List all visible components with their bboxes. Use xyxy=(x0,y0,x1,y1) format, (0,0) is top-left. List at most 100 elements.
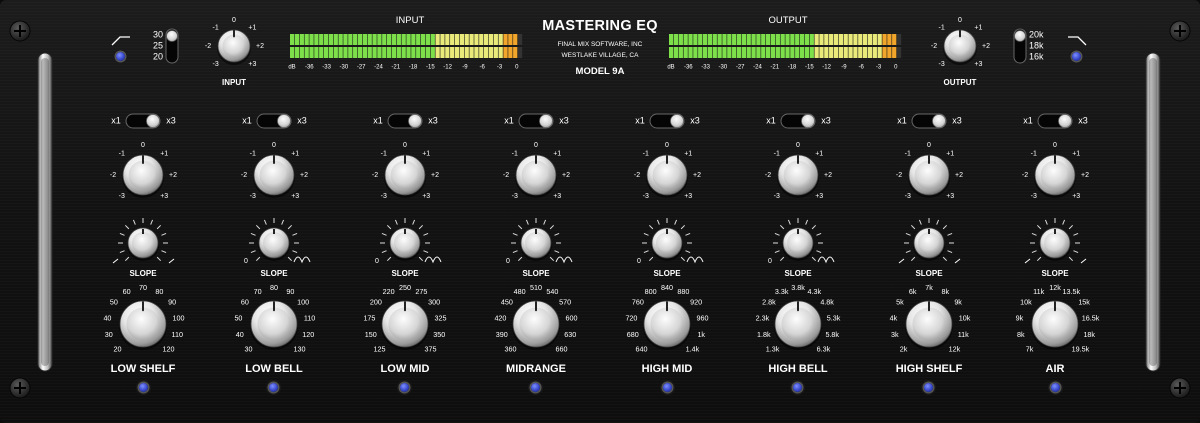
range-switch-air[interactable]: x1 x3 xyxy=(1023,113,1088,129)
gain-knob-air[interactable]: -3 -2 -1 0 +1 +2 +3 xyxy=(1022,142,1089,200)
knob-scale-label: 325 xyxy=(435,313,447,322)
output-gain-knob[interactable]: -3 -2 -1 0 +1 +2 +3 xyxy=(931,17,990,68)
knob-cap xyxy=(519,307,553,341)
knob-scale-label: 630 xyxy=(564,330,576,339)
gain-knob-low-shelf[interactable]: -3 -2 -1 0 +1 +2 +3 xyxy=(110,142,177,200)
slope-tick xyxy=(124,256,130,262)
knob-scale-label: -3 xyxy=(905,193,911,200)
band-enable-button-low-mid[interactable] xyxy=(400,383,409,392)
band-enable-button-midrange[interactable] xyxy=(531,383,540,392)
high-pass-enable-button[interactable] xyxy=(116,52,125,61)
frequency-knob-high-bell[interactable]: 1.3k 1.8k 2.3k 2.8k 3.3k 3.8k 4.3k 4.8k 5.3k 5.8k… xyxy=(756,283,841,353)
range-switch-high-mid[interactable]: x1 x3 xyxy=(635,113,700,129)
filter-switch-label: 20k xyxy=(1029,29,1044,39)
knob-scale-label: 120 xyxy=(302,330,314,339)
slope-knob-low-shelf[interactable]: SLOPE xyxy=(112,218,175,278)
meter-scale-label: -12 xyxy=(822,65,831,71)
meter-segment xyxy=(367,47,372,58)
knob-scale-label: 30 xyxy=(245,344,253,353)
meter-segment xyxy=(450,47,455,58)
gain-knob-high-shelf[interactable]: -3 -2 -1 0 +1 +2 +3 xyxy=(896,142,963,200)
range-switch-low-mid[interactable]: x1 x3 xyxy=(373,113,438,129)
frequency-knob-high-mid[interactable]: 640 680 720 760800 840 880920 960 1k 1.4k xyxy=(625,283,708,353)
meter-segment xyxy=(479,47,484,58)
meter-segment xyxy=(790,47,795,58)
high-pass-frequency-switch[interactable]: 302520 xyxy=(153,28,179,64)
range-switch-low-label: x1 xyxy=(1023,115,1033,125)
filter-switch-label: 18k xyxy=(1029,40,1044,50)
slope-tick xyxy=(549,224,555,230)
knob-scale-label: 15k xyxy=(1078,298,1090,307)
frequency-knob-midrange[interactable]: 360 390 420 450480 510 540570 600 630 660 xyxy=(494,283,577,353)
slope-tick xyxy=(905,232,911,236)
slope-knob-high-bell[interactable]: 0 SLOPE xyxy=(768,218,835,278)
maker-name: FINAL MIX SOFTWARE, INC xyxy=(557,41,643,48)
slope-tick xyxy=(1036,224,1042,230)
slope-knob-low-mid[interactable]: 0 SLOPE xyxy=(375,218,442,278)
knob-scale-label: -2 xyxy=(765,172,771,179)
gain-knob-midrange[interactable]: -3 -2 -1 0 +1 +2 +3 xyxy=(503,142,570,200)
input-gain-knob[interactable]: -3 -2 -1 0 +1 +2 +3 xyxy=(205,17,264,68)
knob-scale-label: +1 xyxy=(248,24,256,31)
knob-scale-label: +1 xyxy=(815,151,823,158)
meter-segment xyxy=(799,34,805,45)
gain-knob-low-bell[interactable]: -3 -2 -1 0 +1 +2 +3 xyxy=(241,142,308,200)
slope-knob-high-mid[interactable]: 0 SLOPE xyxy=(637,218,704,278)
filter-switch-label: 20 xyxy=(153,51,163,61)
knob-scale-label: 1.8k xyxy=(757,330,771,339)
band-enable-button-high-mid[interactable] xyxy=(663,383,672,392)
knob-scale-label: 9k xyxy=(1016,313,1024,322)
frequency-knob-low-mid[interactable]: 125 150 175 200220 250 275300 325 350 375 xyxy=(363,283,446,353)
slope-knob-high-shelf[interactable]: SLOPE xyxy=(898,218,961,278)
slope-knob-low-bell[interactable]: 0 SLOPE xyxy=(244,218,311,278)
input-level-meter: dB -36 -33 -30 -27 -24 -21 -18 -15 -12 -9 -6 -3 0 xyxy=(288,34,523,71)
frequency-knob-low-shelf[interactable]: 2030 40 50 60 70 80 90 100 110 120 xyxy=(103,283,184,353)
slope-tick xyxy=(394,219,398,225)
knob-scale-label: 360 xyxy=(505,344,517,353)
low-pass-frequency-switch[interactable]: 20k18k16k xyxy=(1013,28,1044,64)
band-enable-button-air[interactable] xyxy=(1051,383,1060,392)
frequency-knob-air[interactable]: 7k8k 9k 10k11k 12k 13.5k 15k 16.5k 18k 19.5k xyxy=(1016,283,1100,353)
range-switch-midrange[interactable]: x1 x3 xyxy=(504,113,569,129)
slope-knob-air[interactable]: SLOPE xyxy=(1024,218,1087,278)
knob-scale-label: 1k xyxy=(697,330,705,339)
knob-scale-label: -1 xyxy=(774,151,780,158)
gain-knob-low-mid[interactable]: -3 -2 -1 0 +1 +2 +3 xyxy=(372,142,439,200)
knob-scale-label: 760 xyxy=(632,298,644,307)
knob-scale-label: 840 xyxy=(661,283,673,292)
gain-knob-high-bell[interactable]: -3 -2 -1 0 +1 +2 +3 xyxy=(765,142,832,200)
range-switch-low-shelf[interactable]: x1 x3 xyxy=(111,113,176,129)
knob-cap xyxy=(222,34,246,58)
meter-segment xyxy=(799,47,805,58)
knob-scale-label: 480 xyxy=(514,287,526,296)
knob-scale-label: +2 xyxy=(562,172,570,179)
low-pass-enable-button[interactable] xyxy=(1072,52,1081,61)
range-switch-thumb xyxy=(408,114,422,128)
band-enable-button-high-shelf[interactable] xyxy=(924,383,933,392)
meter-segment xyxy=(459,34,464,45)
band-enable-button-high-bell[interactable] xyxy=(793,383,802,392)
meter-scale-label: -12 xyxy=(443,65,452,71)
gain-knob-high-mid[interactable]: -3 -2 -1 0 +1 +2 +3 xyxy=(634,142,701,200)
meter-segment xyxy=(741,34,746,45)
meter-segment xyxy=(319,47,324,58)
range-switch-high-bell[interactable]: x1 x3 xyxy=(766,113,831,129)
range-switch-high-shelf[interactable]: x1 x3 xyxy=(897,113,962,129)
range-switch-high-label: x3 xyxy=(559,115,569,125)
knob-scale-label: -1 xyxy=(381,151,387,158)
meter-segment xyxy=(804,34,810,45)
band-name-low-mid: LOW MID xyxy=(380,363,430,375)
band-enable-button-low-bell[interactable] xyxy=(269,383,278,392)
meter-segment xyxy=(872,34,877,45)
frequency-knob-high-shelf[interactable]: 2k3k 4k 5k 6k 7k 8k 9k 10k 11k 12k xyxy=(890,283,971,353)
knob-scale-label: -1 xyxy=(1031,151,1037,158)
slope-knob-midrange[interactable]: 0 SLOPE xyxy=(506,218,573,278)
range-switch-low-bell[interactable]: x1 x3 xyxy=(242,113,307,129)
knob-cap xyxy=(948,34,972,58)
band-enable-button-low-shelf[interactable] xyxy=(139,383,148,392)
meter-segment xyxy=(333,34,338,45)
frequency-knob-low-bell[interactable]: 3040 50 60 70 80 90100 110 120 130 xyxy=(234,283,315,353)
meter-segment xyxy=(785,34,790,45)
range-switch-thumb xyxy=(539,114,553,128)
slope-tick xyxy=(287,224,293,230)
